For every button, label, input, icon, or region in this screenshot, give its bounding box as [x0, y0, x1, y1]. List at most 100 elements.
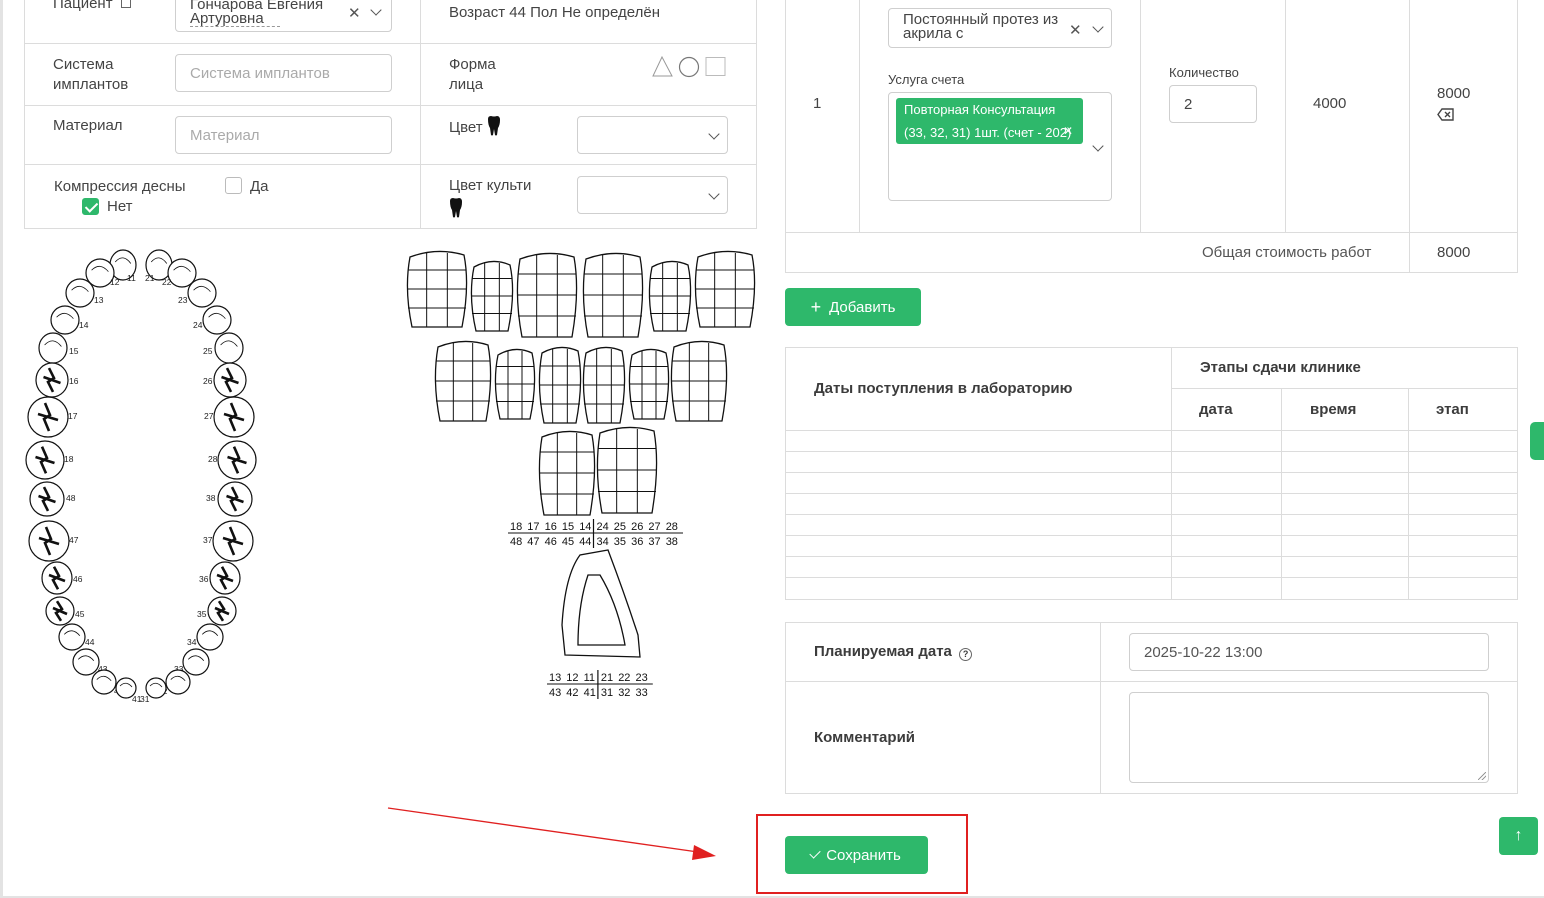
tooth-25[interactable] [214, 332, 244, 364]
tooth-36[interactable] [209, 561, 241, 595]
service-multiselect[interactable]: Повторная Консультация (33, 32, 31) 1шт.… [888, 92, 1112, 201]
tooth-number-label: 45 [75, 609, 85, 619]
tooth-icon [450, 198, 462, 218]
lab-col-stage: этап [1436, 401, 1469, 418]
tooth-17[interactable] [27, 396, 69, 438]
tooth-23[interactable] [187, 278, 217, 308]
chevron-down-icon[interactable] [1092, 21, 1104, 33]
tooth-46[interactable] [41, 561, 73, 595]
tooth-37[interactable] [212, 520, 254, 562]
tag-remove-icon[interactable]: ✕ [1063, 124, 1073, 138]
crown-lower-4[interactable] [582, 346, 626, 424]
tooth-34[interactable] [196, 623, 224, 651]
chevron-down-icon[interactable] [370, 4, 382, 16]
tooth-number-label: 14 [79, 320, 89, 330]
tooth-42[interactable] [91, 669, 117, 695]
implant-system-input[interactable]: Система имплантов [175, 54, 392, 92]
tooth-number-lower: 36 [631, 536, 643, 548]
tooth-number-label: 24 [193, 320, 203, 330]
tooth-number-label: 18 [64, 454, 74, 464]
tooth-number-upper: 27 [648, 521, 660, 533]
tooth-18[interactable] [25, 440, 65, 480]
add-button[interactable]: + Добавить [785, 288, 921, 326]
dental-arch-chart[interactable]: 1112131415161718484746454443424121222324… [20, 245, 270, 705]
clear-icon[interactable]: ✕ [1069, 21, 1082, 39]
tooth-number-lower: 43 [549, 687, 561, 699]
tooth-48[interactable] [29, 481, 65, 517]
crown-upper-5[interactable] [648, 260, 692, 332]
help-icon[interactable]: ? [959, 648, 973, 661]
tooth-number-lower: 34 [597, 536, 609, 548]
tooth-38[interactable] [217, 481, 253, 517]
comment-label: Комментарий [814, 729, 916, 746]
side-panel-toggle[interactable] [1530, 422, 1544, 460]
square-face-icon[interactable] [705, 57, 726, 76]
service-label: Услуга счета [888, 72, 965, 87]
gum-compression-no-checkbox[interactable] [82, 198, 99, 215]
tooth-number-label: 37 [203, 535, 213, 545]
tooth-47[interactable] [28, 520, 70, 562]
tooth-33[interactable] [182, 648, 210, 676]
tooth-number-lower: 32 [618, 687, 630, 699]
tooth-frontal-chart[interactable]: 18 17 16 15 14 24 25 26 27 28 48 47 46 45 44 34 35 36 37 38… [400, 245, 765, 705]
scroll-top-button[interactable]: ↑ [1499, 817, 1538, 855]
stump-color-select[interactable] [577, 176, 728, 214]
patient-select[interactable]: Гончарова Евгения Артуровна ✕ [175, 0, 392, 32]
tooth-24[interactable] [202, 305, 232, 335]
crown-upper-2[interactable] [470, 260, 514, 332]
tooth-number-label: 34 [187, 637, 197, 647]
tooth-number-lower: 42 [566, 687, 578, 699]
triangle-face-icon[interactable] [652, 56, 673, 77]
tooth-number-label: 31 [140, 694, 150, 704]
crown-lower-2[interactable] [494, 348, 536, 420]
tooth-14[interactable] [50, 305, 80, 335]
tooth-number-upper: 12 [566, 672, 578, 684]
oval-face-icon[interactable] [678, 56, 700, 78]
tooth-15[interactable] [38, 332, 68, 364]
gum-compression-yes-checkbox[interactable] [225, 177, 242, 194]
quantity-input[interactable]: 2 [1169, 85, 1257, 123]
clear-icon[interactable]: ✕ [348, 4, 361, 22]
comment-textarea[interactable] [1129, 692, 1489, 783]
crown-upper-1[interactable] [406, 250, 468, 328]
tooth-number-upper: 22 [618, 672, 630, 684]
crown-central-2[interactable] [596, 426, 658, 514]
tooth-number-lower: 38 [666, 536, 678, 548]
tooth-number-label: 21 [145, 273, 155, 283]
delete-row-icon[interactable] [1437, 108, 1455, 122]
crown-lower-1[interactable] [434, 340, 492, 422]
crown-upper-6[interactable] [694, 250, 756, 328]
crown-lower-6[interactable] [670, 340, 728, 422]
tooth-32[interactable] [165, 669, 191, 695]
crown-lower-5[interactable] [628, 348, 670, 420]
arrow-up-icon: ↑ [1514, 827, 1523, 844]
total-cost-label: Общая стоимость работ [1202, 244, 1372, 261]
tooth-28[interactable] [217, 440, 257, 480]
tooth-number-label: 13 [94, 295, 104, 305]
tooth-number-upper: 24 [597, 521, 609, 533]
tooth-43[interactable] [72, 648, 100, 676]
crown-central-1[interactable] [538, 430, 596, 516]
row-total-value: 8000 [1437, 85, 1471, 102]
tooth-number-label: 25 [203, 346, 213, 356]
gum-compression-no-label: Нет [107, 198, 133, 215]
color-select[interactable] [577, 116, 728, 154]
planned-date-input[interactable]: 2025-10-22 13:00 [1129, 633, 1489, 671]
tooth-45[interactable] [45, 596, 75, 626]
tooth-27[interactable] [213, 396, 255, 438]
chevron-down-icon[interactable] [1092, 140, 1104, 152]
tooth-44[interactable] [58, 623, 86, 651]
tooth-number-lower: 41 [584, 687, 596, 699]
crown-upper-3[interactable] [516, 252, 578, 338]
tooth-26[interactable] [213, 362, 247, 398]
tooth-35[interactable] [207, 596, 237, 626]
crown-lower-3[interactable] [538, 346, 582, 424]
work-type-select[interactable]: Постоянный протез из акрила с ✕ [888, 8, 1112, 48]
tooth-13[interactable] [65, 278, 95, 308]
tooth-number-upper: 26 [631, 521, 643, 533]
chevron-down-icon [708, 188, 720, 200]
material-input[interactable]: Материал [175, 116, 392, 154]
resize-handle[interactable] [1478, 772, 1486, 780]
tooth-16[interactable] [35, 362, 69, 398]
crown-upper-4[interactable] [582, 252, 644, 338]
